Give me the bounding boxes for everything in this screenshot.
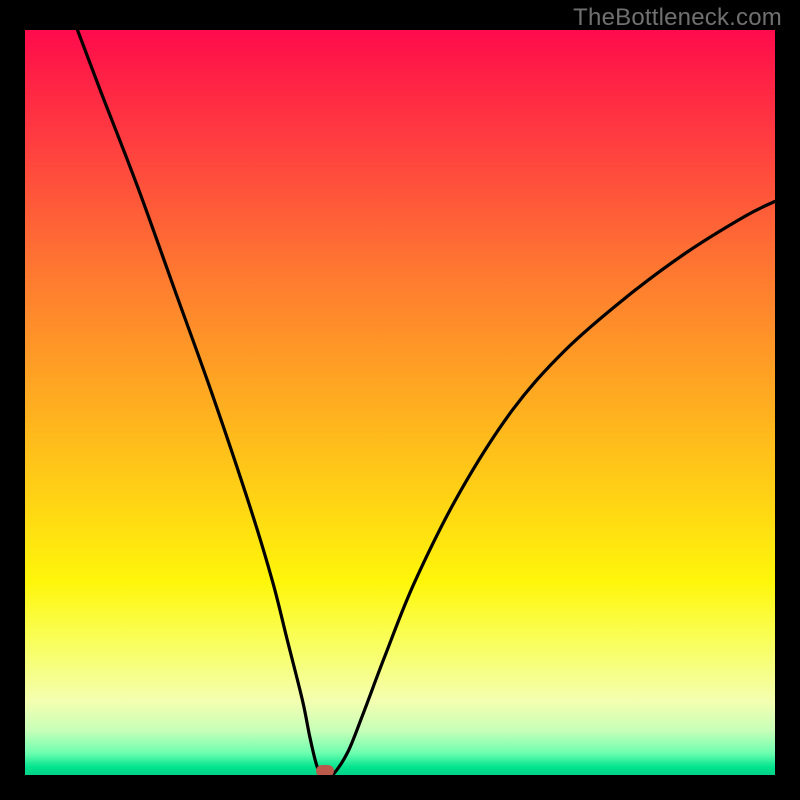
bottleneck-curve	[25, 30, 775, 775]
chart-frame: TheBottleneck.com	[0, 0, 800, 800]
curve-path	[78, 30, 776, 775]
watermark-text: TheBottleneck.com	[573, 4, 782, 32]
plot-area	[25, 30, 775, 775]
optimal-point-marker	[316, 765, 334, 775]
